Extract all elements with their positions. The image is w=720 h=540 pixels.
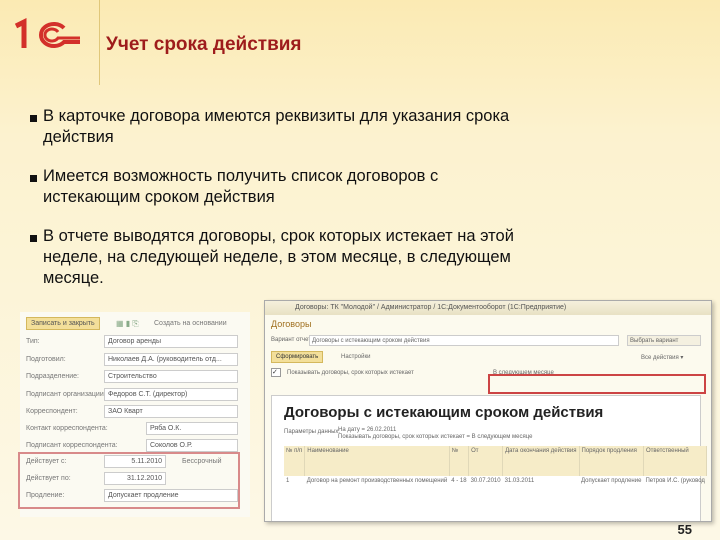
window-titlebar: Договоры: ТК "Молодой" / Администратор /…	[265, 301, 711, 315]
slide-title: Учет срока действия	[106, 34, 302, 55]
toolbar-icons: ▦ ▮ ⎘	[116, 319, 139, 328]
bullet-text: Имеется возможность получить список дого…	[43, 167, 439, 206]
variant-field[interactable]: Договоры с истекающим сроком действия	[309, 335, 619, 346]
field-row: Подписант организации: Федоров С.Т. (дире…	[26, 388, 246, 402]
settings-button[interactable]: Настройки	[341, 354, 370, 360]
param-date: На дату = 26.02.2011	[338, 427, 397, 433]
param-filter: Показывать договоры, срок которых истека…	[338, 434, 533, 440]
field-row: Подготовил: Николаев Д.А. (руководитель о…	[26, 353, 246, 367]
bullet-text: В отчете выводятся договоры, срок которы…	[43, 227, 514, 287]
report-window: Договоры: ТК "Молодой" / Администратор /…	[264, 300, 712, 522]
form-title: Договоры	[271, 319, 312, 329]
table-row: 1 Договор на ремонт производственных поме…	[286, 478, 705, 484]
report-table: № п/п Наименование № От Дата окончания дейст…	[284, 446, 708, 486]
filter-label: Показывать договоры, срок которых истека…	[287, 370, 414, 376]
filter-highlight	[488, 374, 706, 394]
filter-checkbox[interactable]: ✓	[271, 368, 281, 377]
report-area: Договоры с истекающим сроком действия Па…	[271, 395, 708, 521]
field-row: Подписант корреспондента: Соколов О.Р.	[26, 439, 246, 453]
1c-logo	[14, 17, 80, 48]
bullet-marker	[30, 175, 37, 182]
bullet-marker	[30, 235, 37, 242]
bullet-marker	[30, 115, 37, 122]
table-header: № п/п Наименование № От Дата окончания дейст…	[284, 446, 708, 476]
field-row: Тип: Договор аренды	[26, 335, 246, 349]
all-actions-menu[interactable]: Все действия ▾	[641, 354, 683, 361]
generate-button[interactable]: Сформировать	[271, 351, 324, 363]
save-close-button[interactable]: Записать и закрыть	[26, 317, 100, 330]
field-row: Корреспондент: ЗАО Кварт	[26, 405, 246, 419]
create-based-button[interactable]: Создать на основании	[154, 320, 227, 327]
header-divider	[99, 0, 100, 85]
page-number: 55	[677, 522, 692, 537]
field-row: Контакт корреспондента: Ряба О.К.	[26, 422, 246, 436]
report-heading: Договоры с истекающим сроком действия	[284, 404, 604, 421]
params-label: Параметры данных:	[284, 429, 341, 435]
choose-variant-button[interactable]: Выбрать вариант	[627, 335, 701, 346]
field-row: Подразделение: Строительство	[26, 370, 246, 384]
term-highlight	[18, 452, 240, 509]
bullet-text: В карточке договора имеются реквизиты дл…	[43, 107, 510, 146]
